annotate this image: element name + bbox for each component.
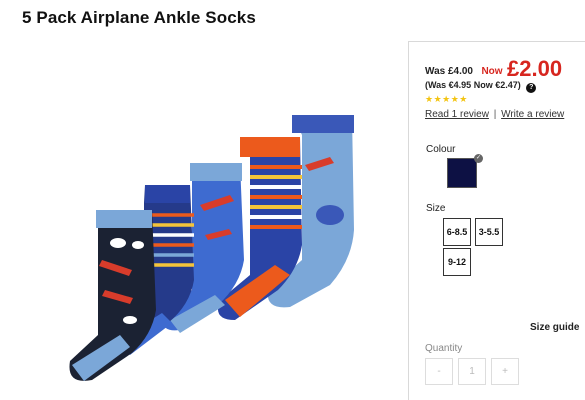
quantity-input[interactable]: 1	[458, 358, 486, 385]
size-guide-link[interactable]: Size guide	[530, 322, 579, 333]
star-rating-icon: ★★★★★	[425, 94, 468, 104]
euro-price: (Was €4.95 Now €2.47) ?	[425, 80, 537, 93]
size-option-6-8-5[interactable]: 6-8.5	[443, 218, 471, 246]
colour-label: Colour	[426, 144, 456, 155]
quantity-increase-button[interactable]: +	[491, 358, 519, 385]
euro-price-text: (Was €4.95 Now €2.47)	[425, 80, 521, 90]
review-links: Read 1 review | Write a review	[425, 109, 564, 120]
size-option-label: 6-8.5	[446, 227, 468, 237]
sock-dark-navy-icon	[69, 210, 156, 381]
read-reviews-link[interactable]: Read 1 review	[425, 109, 489, 120]
write-review-link[interactable]: Write a review	[501, 109, 564, 120]
quantity-decrease-button[interactable]: -	[425, 358, 453, 385]
now-price: £2.00	[507, 56, 563, 81]
help-icon[interactable]: ?	[526, 83, 537, 93]
colour-swatch-navy[interactable]: ✓	[447, 154, 483, 188]
size-option-3-5-5[interactable]: 3-5.5	[475, 218, 503, 246]
page-title: 5 Pack Airplane Ankle Socks	[22, 8, 256, 27]
price-row: Was £4.00 Now £2.00	[425, 56, 562, 82]
purchase-panel: Was £4.00 Now £2.00 (Was €4.95 Now €2.47…	[408, 41, 585, 400]
was-price: Was £4.00	[425, 66, 473, 77]
size-option-label: 9-12	[447, 257, 466, 267]
size-option-9-12[interactable]: 9-12	[443, 248, 471, 276]
now-label: Now	[481, 66, 503, 77]
review-separator: |	[493, 109, 497, 120]
product-image	[69, 115, 354, 381]
size-label: Size	[426, 203, 446, 214]
quantity-label: Quantity	[425, 343, 463, 354]
size-option-label: 3-5.5	[478, 227, 500, 237]
check-icon: ✓	[474, 154, 483, 163]
